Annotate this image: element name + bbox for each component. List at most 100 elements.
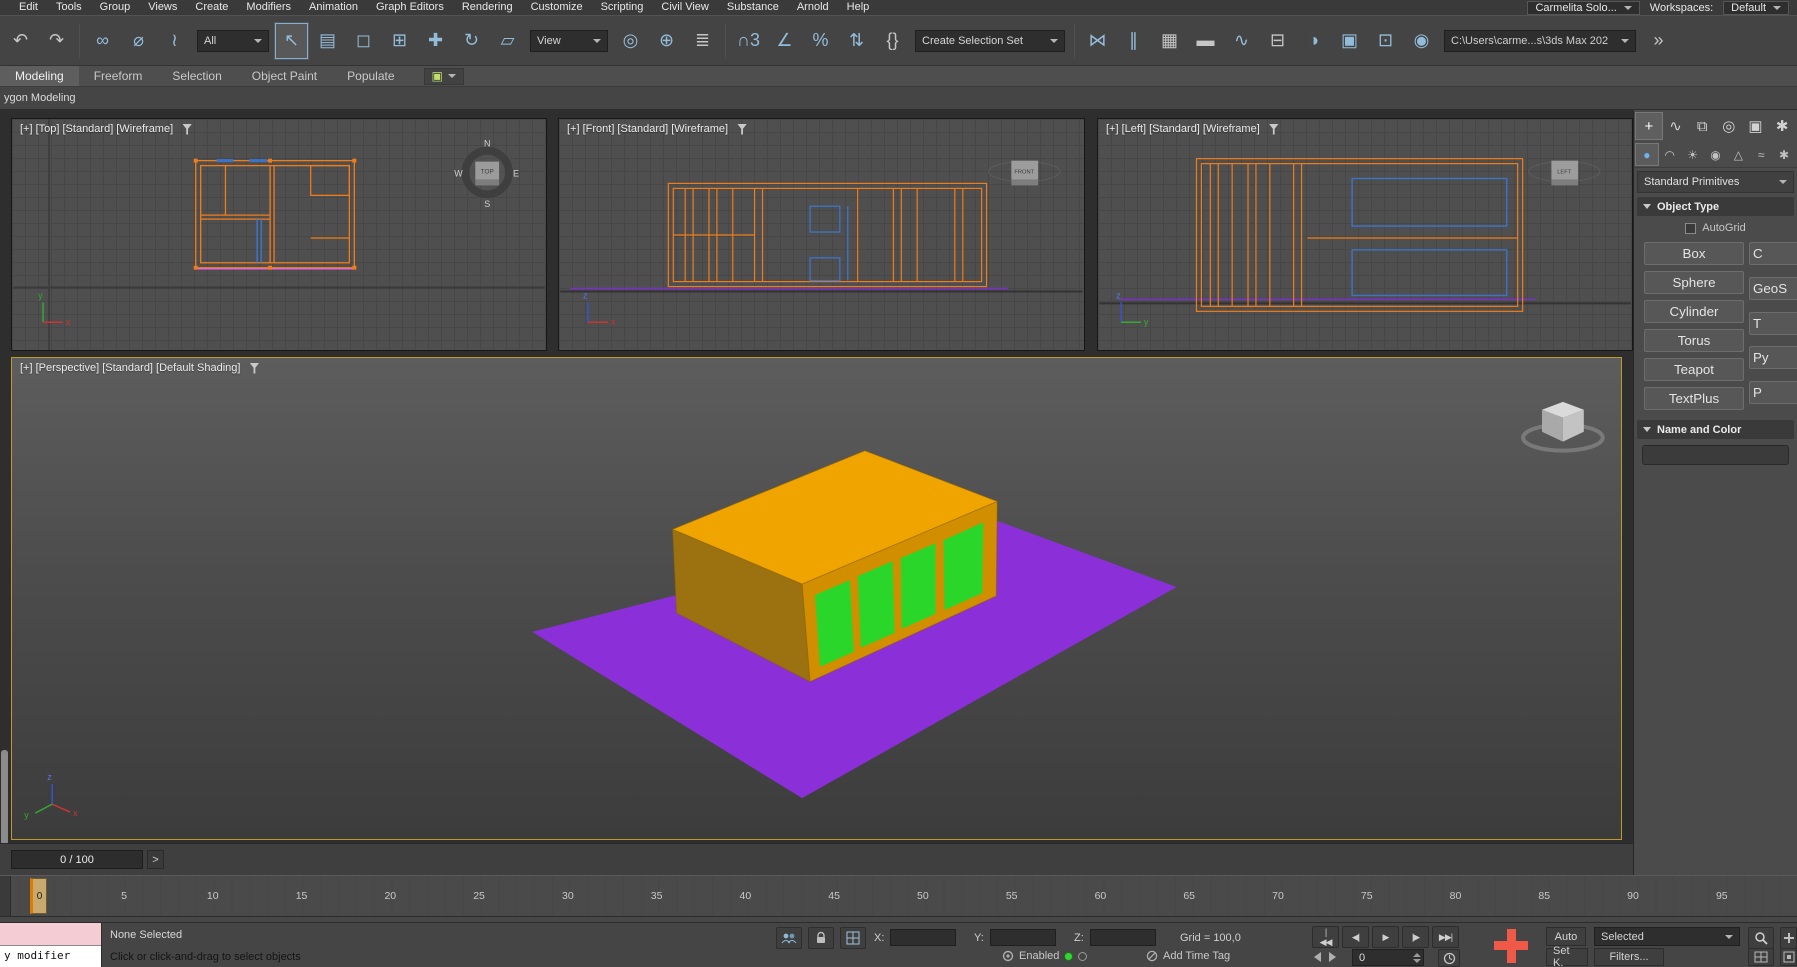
snaps-toggle-button[interactable]: ∩3 [731, 22, 766, 60]
previous-key-button[interactable] [1314, 952, 1321, 962]
filter-icon[interactable] [737, 124, 747, 135]
create-tab[interactable]: + [1636, 113, 1662, 139]
previous-frame-button[interactable]: ◀| [1342, 926, 1369, 948]
menu-scripting[interactable]: Scripting [592, 0, 653, 15]
teapot-button[interactable]: Teapot [1644, 358, 1744, 381]
viewport-front-label[interactable]: [+] [Front] [Standard] [Wireframe] [567, 123, 728, 135]
menu-animation[interactable]: Animation [300, 0, 367, 15]
unlink-selection-button[interactable]: ⌀ [121, 22, 156, 60]
workspace-switcher-button[interactable]: Carmelita Solo... [1527, 1, 1639, 15]
display-tab[interactable]: ▣ [1743, 113, 1769, 139]
filter-icon[interactable] [182, 124, 192, 135]
percent-snap-button[interactable]: % [803, 22, 838, 60]
ribbon-scrollbar[interactable] [1, 750, 8, 845]
ribbon-display-toggle-button[interactable]: ▣ [424, 68, 464, 85]
selection-filter-dropdown[interactable]: All [197, 30, 269, 52]
shapes-category[interactable]: ◠ [1659, 144, 1681, 165]
box-button[interactable]: Box [1644, 242, 1744, 265]
mirror-button[interactable]: ⋈ [1080, 22, 1115, 60]
time-slider[interactable]: 0 [30, 878, 47, 914]
bind-to-space-warp-button[interactable]: ≀ [157, 22, 192, 60]
cylinder-button[interactable]: Cylinder [1644, 300, 1744, 323]
select-and-move-button[interactable]: ✚ [418, 22, 453, 60]
textplus-button[interactable]: TextPlus [1644, 387, 1744, 410]
x-coordinate-input[interactable] [890, 929, 956, 946]
viewport-front[interactable]: FRONT z x [+] [Front] [Standard] [Wirefr… [558, 118, 1085, 351]
next-frame-small-button[interactable]: > [147, 850, 164, 869]
timeline-left-grip[interactable] [0, 876, 11, 916]
undo-button[interactable]: ↶ [3, 22, 38, 60]
menu-graph-editors[interactable]: Graph Editors [367, 0, 453, 15]
set-key-button[interactable]: Set K. [1546, 948, 1588, 966]
key-selection-dropdown[interactable]: Selected [1594, 927, 1740, 946]
adaptive-degradation-indicator[interactable]: Enabled [1002, 950, 1087, 962]
y-coordinate-input[interactable] [990, 929, 1056, 946]
cone-button[interactable]: C [1749, 242, 1797, 265]
render-setup-button[interactable]: ▣ [1332, 22, 1367, 60]
viewport-top-label[interactable]: [+] [Top] [Standard] [Wireframe] [20, 123, 173, 135]
selection-region-button[interactable]: ◻ [346, 22, 381, 60]
status-overflow-button[interactable] [1780, 927, 1797, 949]
geometry-category[interactable]: ● [1636, 144, 1658, 165]
viewport-top[interactable]: N E S W TOP y x [+] [Top] [Sta [11, 118, 547, 351]
ribbon-panel-title[interactable]: ygon Modeling [4, 92, 76, 104]
tab-selection[interactable]: Selection [157, 66, 236, 86]
menu-tools[interactable]: Tools [47, 0, 91, 15]
modify-tab[interactable]: ∿ [1663, 113, 1689, 139]
timeline-ruler[interactable]: 0 5101520253035404550556065707580859095 [0, 875, 1797, 917]
tab-freeform[interactable]: Freeform [79, 66, 158, 86]
tube-button[interactable]: T [1749, 312, 1797, 335]
workspaces-dropdown[interactable]: Default [1723, 1, 1789, 15]
next-frame-button[interactable]: |▶ [1402, 926, 1429, 948]
tab-populate[interactable]: Populate [332, 66, 409, 86]
add-button[interactable] [1486, 925, 1536, 966]
redo-button[interactable]: ↷ [39, 22, 74, 60]
viewport-layout-button[interactable] [1748, 948, 1774, 966]
menu-views[interactable]: Views [139, 0, 186, 15]
pyramid-button[interactable]: Py [1749, 346, 1797, 369]
name-color-rollout-header[interactable]: Name and Color [1637, 420, 1794, 439]
go-to-end-button[interactable]: ▶▶| [1432, 926, 1459, 948]
auto-key-button[interactable]: Auto [1546, 927, 1586, 946]
rendered-frame-window-button[interactable]: ⊡ [1368, 22, 1403, 60]
menu-edit[interactable]: Edit [10, 0, 47, 15]
menu-help[interactable]: Help [838, 0, 879, 15]
viewport-perspective[interactable]: z x y [+] [Perspective] [Standard] [Defa… [11, 357, 1622, 840]
menu-rendering[interactable]: Rendering [453, 0, 522, 15]
material-editor-button[interactable]: ◑ [1296, 22, 1331, 60]
sphere-button[interactable]: Sphere [1644, 271, 1744, 294]
current-frame-spinner[interactable]: 0 [1352, 949, 1424, 966]
object-type-rollout-header[interactable]: Object Type [1637, 197, 1794, 216]
select-object-button[interactable]: ↖ [274, 22, 309, 60]
select-by-name-button[interactable]: ▤ [310, 22, 345, 60]
menu-group[interactable]: Group [91, 0, 140, 15]
autogrid-checkbox[interactable] [1685, 223, 1696, 234]
selection-lock-toggle[interactable] [808, 927, 834, 949]
macro-recorder-pane[interactable] [0, 923, 101, 946]
menu-modifiers[interactable]: Modifiers [237, 0, 300, 15]
torus-button[interactable]: Torus [1644, 329, 1744, 352]
zoom-magnifier-button[interactable] [1748, 927, 1774, 949]
toggle-ribbon-button[interactable]: ▬ [1188, 22, 1223, 60]
viewport-perspective-label[interactable]: [+] [Perspective] [Standard] [Default Sh… [20, 362, 240, 374]
render-production-button[interactable]: ◉ [1404, 22, 1439, 60]
motion-tab[interactable]: ◎ [1716, 113, 1742, 139]
primitive-category-dropdown[interactable]: Standard Primitives [1637, 171, 1794, 193]
spacewarps-category[interactable]: ≈ [1750, 144, 1772, 165]
absolute-offset-mode-toggle[interactable] [840, 927, 866, 949]
curve-editor-button[interactable]: ∿ [1224, 22, 1259, 60]
spinner-arrows-icon[interactable] [1413, 953, 1421, 963]
plane-button[interactable]: P [1749, 381, 1797, 404]
layer-explorer-button[interactable]: ▦ [1152, 22, 1187, 60]
align-button[interactable]: ∥ [1116, 22, 1151, 60]
tab-modeling[interactable]: Modeling [0, 66, 79, 86]
lights-category[interactable]: ☀ [1682, 144, 1704, 165]
tab-object-paint[interactable]: Object Paint [237, 66, 332, 86]
geosphere-button[interactable]: GeoS [1749, 277, 1797, 300]
spinner-snap-button[interactable]: ⇅ [839, 22, 874, 60]
filter-icon[interactable] [249, 363, 259, 374]
cameras-category[interactable]: ◉ [1705, 144, 1727, 165]
viewport-left-label[interactable]: [+] [Left] [Standard] [Wireframe] [1106, 123, 1260, 135]
menu-substance[interactable]: Substance [718, 0, 788, 15]
filter-icon[interactable] [1269, 124, 1279, 135]
